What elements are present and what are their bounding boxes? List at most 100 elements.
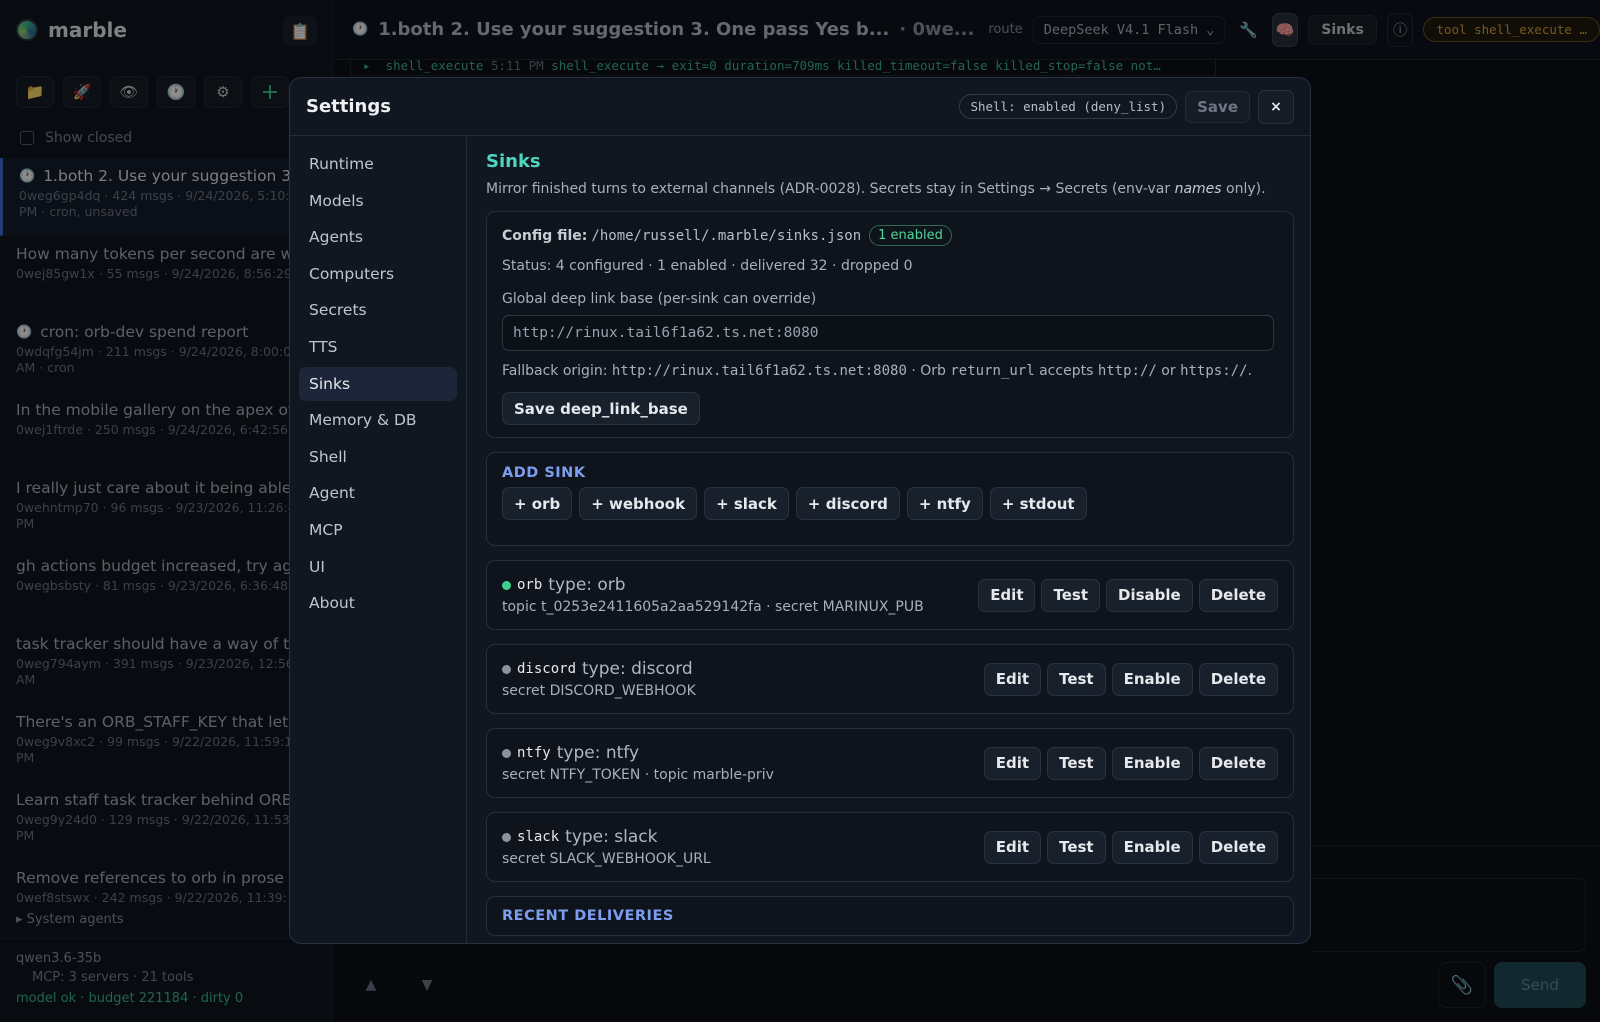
shell-status-badge: Shell: enabled (deny_list) <box>959 94 1178 119</box>
test-button[interactable]: Test <box>1041 578 1100 612</box>
add-sink-button[interactable]: + orb <box>502 487 573 520</box>
settings-header: Settings Shell: enabled (deny_list) Save… <box>290 78 1310 136</box>
add-sink-button[interactable]: + ntfy <box>906 487 983 520</box>
section-title: Sinks <box>486 151 541 172</box>
add-sink-button[interactable]: + stdout <box>989 487 1087 520</box>
desc-emphasis: names <box>1174 181 1222 197</box>
sink-type: type: discord <box>582 659 693 679</box>
status-dot-icon <box>502 748 511 758</box>
edit-button[interactable]: Edit <box>983 662 1042 696</box>
fallback-origin-text: Fallback origin: http://rinux.tail6f1a62… <box>502 363 1278 379</box>
sink-card-slack: slack type: slack secret SLACK_WEBHOOK_URL… <box>486 812 1294 882</box>
deep-link-input[interactable]: http://rinux.tail6f1a62.ts.net:8080 <box>502 315 1274 351</box>
add-sink-button[interactable]: + webhook <box>579 487 698 520</box>
sink-details: secret DISCORD_WEBHOOK <box>502 683 696 699</box>
fallback-mid: · Orb <box>906 363 951 379</box>
http-code: http:// <box>1097 363 1157 379</box>
sink-card-ntfy: ntfy type: ntfy secret NTFY_TOKEN · topic … <box>486 728 1294 798</box>
config-file-row: Config file: /home/russell/.marble/sinks… <box>502 225 1278 246</box>
sinks-status: Status: 4 configured · 1 enabled · deliv… <box>502 258 913 274</box>
settings-modal: Settings Shell: enabled (deny_list) Save… <box>289 77 1311 944</box>
sink-info: discord type: discord secret DISCORD_WEBHO… <box>502 659 984 699</box>
disable-button[interactable]: Disable <box>1106 578 1193 612</box>
return-url-code: return_url <box>950 363 1035 379</box>
sink-name: discord <box>517 661 577 677</box>
sink-type: type: ntfy <box>556 743 640 763</box>
sink-name: orb <box>517 577 543 593</box>
add-sink-card: ADD SINK + orb + webhook + slack + discord +… <box>486 452 1294 546</box>
enable-button[interactable]: Enable <box>1111 746 1193 780</box>
sink-card-orb: orb type: orb topic t_0253e2411605a2aa5291… <box>486 560 1294 630</box>
sink-actions: Edit Test Enable Delete <box>983 830 1278 864</box>
sink-card-discord: discord type: discord secret DISCORD_WEBHO… <box>486 644 1294 714</box>
sinks-panel: Sinks Mirror finished turns to external … <box>468 137 1310 943</box>
sink-heading: slack type: slack <box>502 827 984 847</box>
delete-button[interactable]: Delete <box>1198 578 1278 612</box>
https-code: https:// <box>1180 363 1248 379</box>
delete-button[interactable]: Delete <box>1198 662 1278 696</box>
enable-button[interactable]: Enable <box>1111 662 1193 696</box>
sink-type: type: slack <box>565 827 658 847</box>
fallback-end: . <box>1247 363 1252 379</box>
add-sink-button[interactable]: + slack <box>704 487 789 520</box>
fallback-url: http://rinux.tail6f1a62.ts.net:8080 <box>611 363 907 379</box>
status-dot-icon <box>502 832 511 842</box>
settings-nav-about[interactable]: About <box>299 586 457 620</box>
settings-nav-runtime[interactable]: Runtime <box>299 147 457 181</box>
sink-details: topic t_0253e2411605a2aa529142fa · secre… <box>502 599 924 615</box>
add-sink-title: ADD SINK <box>502 465 586 481</box>
settings-nav-agent[interactable]: Agent <box>299 476 457 510</box>
fallback-or: or <box>1156 363 1181 379</box>
sink-type: type: orb <box>548 575 626 595</box>
close-icon[interactable]: × <box>1258 89 1294 124</box>
section-description: Mirror finished turns to external channe… <box>486 181 1294 197</box>
settings-nav-memory-db[interactable]: Memory & DB <box>299 403 457 437</box>
config-file-label: Config file: <box>502 227 588 244</box>
sink-heading: orb type: orb <box>502 575 978 595</box>
settings-nav-secrets[interactable]: Secrets <box>299 293 457 327</box>
fallback-mid2: accepts <box>1034 363 1098 379</box>
add-sink-buttons: + orb + webhook + slack + discord + ntfy + st… <box>502 487 1278 520</box>
recent-deliveries-card: RECENT DELIVERIES <box>486 896 1294 936</box>
edit-button[interactable]: Edit <box>978 578 1036 612</box>
enabled-count-badge: 1 enabled <box>869 225 952 246</box>
edit-button[interactable]: Edit <box>983 746 1042 780</box>
test-button[interactable]: Test <box>1047 830 1106 864</box>
recent-deliveries-title: RECENT DELIVERIES <box>502 908 674 924</box>
settings-nav-tts[interactable]: TTS <box>299 330 457 364</box>
save-button[interactable]: Save <box>1185 90 1250 123</box>
save-deep-link-button[interactable]: Save deep_link_base <box>502 392 700 425</box>
sink-heading: ntfy type: ntfy <box>502 743 984 763</box>
sink-name: slack <box>517 829 560 845</box>
settings-nav-mcp[interactable]: MCP <box>299 513 457 547</box>
delete-button[interactable]: Delete <box>1198 830 1278 864</box>
edit-button[interactable]: Edit <box>983 830 1042 864</box>
sink-actions: Edit Test Disable Delete <box>978 578 1278 612</box>
config-card: Config file: /home/russell/.marble/sinks… <box>486 211 1294 438</box>
config-file-path: /home/russell/.marble/sinks.json <box>591 227 862 244</box>
fallback-prefix: Fallback origin: <box>502 363 612 379</box>
deep-link-label: Global deep link base (per-sink can over… <box>502 291 817 307</box>
desc-text: Mirror finished turns to external channe… <box>486 181 1175 197</box>
settings-nav-sinks[interactable]: Sinks <box>299 366 457 401</box>
enable-button[interactable]: Enable <box>1111 830 1193 864</box>
settings-nav-agents[interactable]: Agents <box>299 220 457 254</box>
test-button[interactable]: Test <box>1047 662 1106 696</box>
sink-heading: discord type: discord <box>502 659 984 679</box>
test-button[interactable]: Test <box>1047 746 1106 780</box>
status-dot-icon <box>502 664 511 674</box>
sink-details: secret SLACK_WEBHOOK_URL <box>502 851 711 867</box>
settings-nav-ui[interactable]: UI <box>299 550 457 584</box>
settings-nav-models[interactable]: Models <box>299 184 457 218</box>
status-dot-icon <box>502 580 511 590</box>
sink-actions: Edit Test Enable Delete <box>983 746 1278 780</box>
settings-title: Settings <box>306 96 391 117</box>
settings-nav-shell[interactable]: Shell <box>299 440 457 474</box>
add-sink-button[interactable]: + discord <box>795 487 900 520</box>
sink-info: orb type: orb topic t_0253e2411605a2aa5291… <box>502 575 978 615</box>
delete-button[interactable]: Delete <box>1198 746 1278 780</box>
sink-list: orb type: orb topic t_0253e2411605a2aa5291… <box>486 560 1294 882</box>
sink-name: ntfy <box>517 745 551 761</box>
settings-nav-computers[interactable]: Computers <box>299 257 457 291</box>
sink-info: ntfy type: ntfy secret NTFY_TOKEN · topic … <box>502 743 984 783</box>
